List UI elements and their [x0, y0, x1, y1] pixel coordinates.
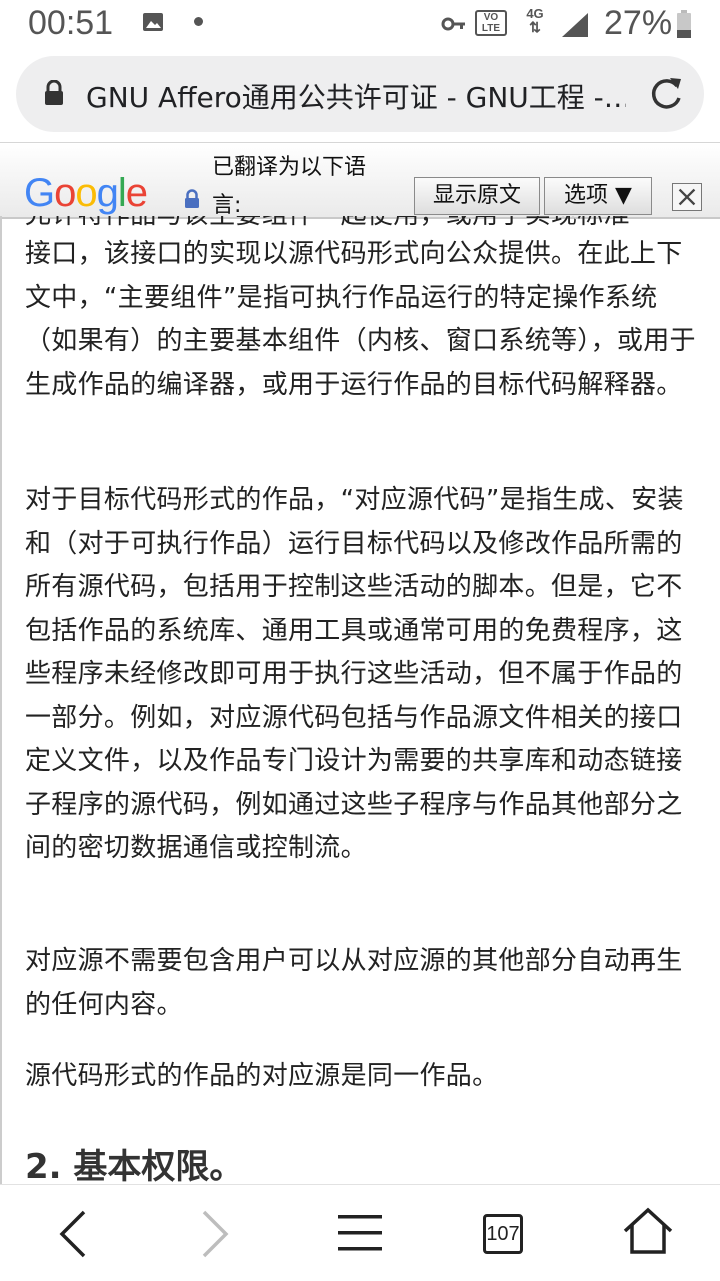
menu-icon[interactable] — [338, 1213, 382, 1253]
bottom-nav: 107 — [0, 1184, 720, 1281]
status-time: 00:51 — [28, 4, 114, 42]
lock-icon — [185, 189, 199, 208]
notification-dot-icon — [194, 17, 203, 26]
options-button[interactable]: 选项 ▼ — [544, 177, 652, 215]
paragraph: 对于目标代码形式的作品，“对应源代码”是指生成、安装和（对于可执行作品）运行目标… — [25, 485, 684, 863]
home-icon[interactable] — [622, 1207, 674, 1255]
back-icon[interactable] — [56, 1209, 92, 1259]
paragraph: 接口，该接口的实现以源代码形式向公众提供。在此上下文中，“主要组件”是指可执行作… — [25, 239, 696, 400]
logo-letter: g — [96, 171, 119, 215]
reload-icon[interactable] — [646, 74, 686, 114]
section-heading: 2. 基本权限。 — [25, 1147, 244, 1184]
close-icon[interactable] — [672, 183, 702, 211]
logo-letter: o — [54, 171, 76, 215]
key-icon — [441, 17, 465, 31]
status-bar: 00:51 VO LTE 4G ⇅ 27% — [0, 0, 720, 50]
translate-bar: Google 已翻译为以下语 言: 显示原文 选项 ▼ — [0, 142, 720, 219]
volte-line1: VO — [483, 12, 499, 23]
paragraph: 源代码形式的作品的对应源是同一作品。 — [25, 1061, 499, 1091]
volte-icon: VO LTE — [475, 10, 507, 36]
battery-percent: 27% — [604, 4, 673, 42]
google-logo: Google — [24, 171, 148, 215]
forward-icon[interactable] — [196, 1209, 232, 1259]
logo-letter: G — [24, 171, 55, 215]
logo-letter: e — [125, 171, 148, 215]
address-bar-area: GNU Affero通用公共许可证 - GNU工程 -… — [0, 50, 720, 142]
battery-icon — [677, 10, 691, 38]
logo-letter: o — [75, 171, 97, 215]
signal-icon — [562, 13, 588, 37]
volte-line2: LTE — [481, 23, 501, 34]
logo-letter: l — [117, 171, 127, 215]
paragraph: 对应源不需要包含用户可以从对应源的其他部分自动再生的任何内容。 — [25, 946, 683, 1020]
tabs-icon[interactable]: 107 — [483, 1214, 523, 1254]
translate-message-line2: 言: — [212, 193, 242, 218]
page-title-url[interactable]: GNU Affero通用公共许可证 - GNU工程 -… — [86, 76, 626, 116]
data-arrows-icon: 4G ⇅ — [521, 7, 549, 34]
translate-message-line1: 已翻译为以下语 — [212, 155, 367, 180]
show-original-button[interactable]: 显示原文 — [414, 177, 540, 215]
page-content: 允许特作品与该主要组件一起使用，或用于实现标准 接口，该接口的实现以源代码形式向… — [0, 216, 720, 1184]
address-bar[interactable]: GNU Affero通用公共许可证 - GNU工程 -… — [16, 56, 704, 132]
lock-icon[interactable] — [44, 80, 64, 106]
image-icon — [143, 13, 163, 31]
